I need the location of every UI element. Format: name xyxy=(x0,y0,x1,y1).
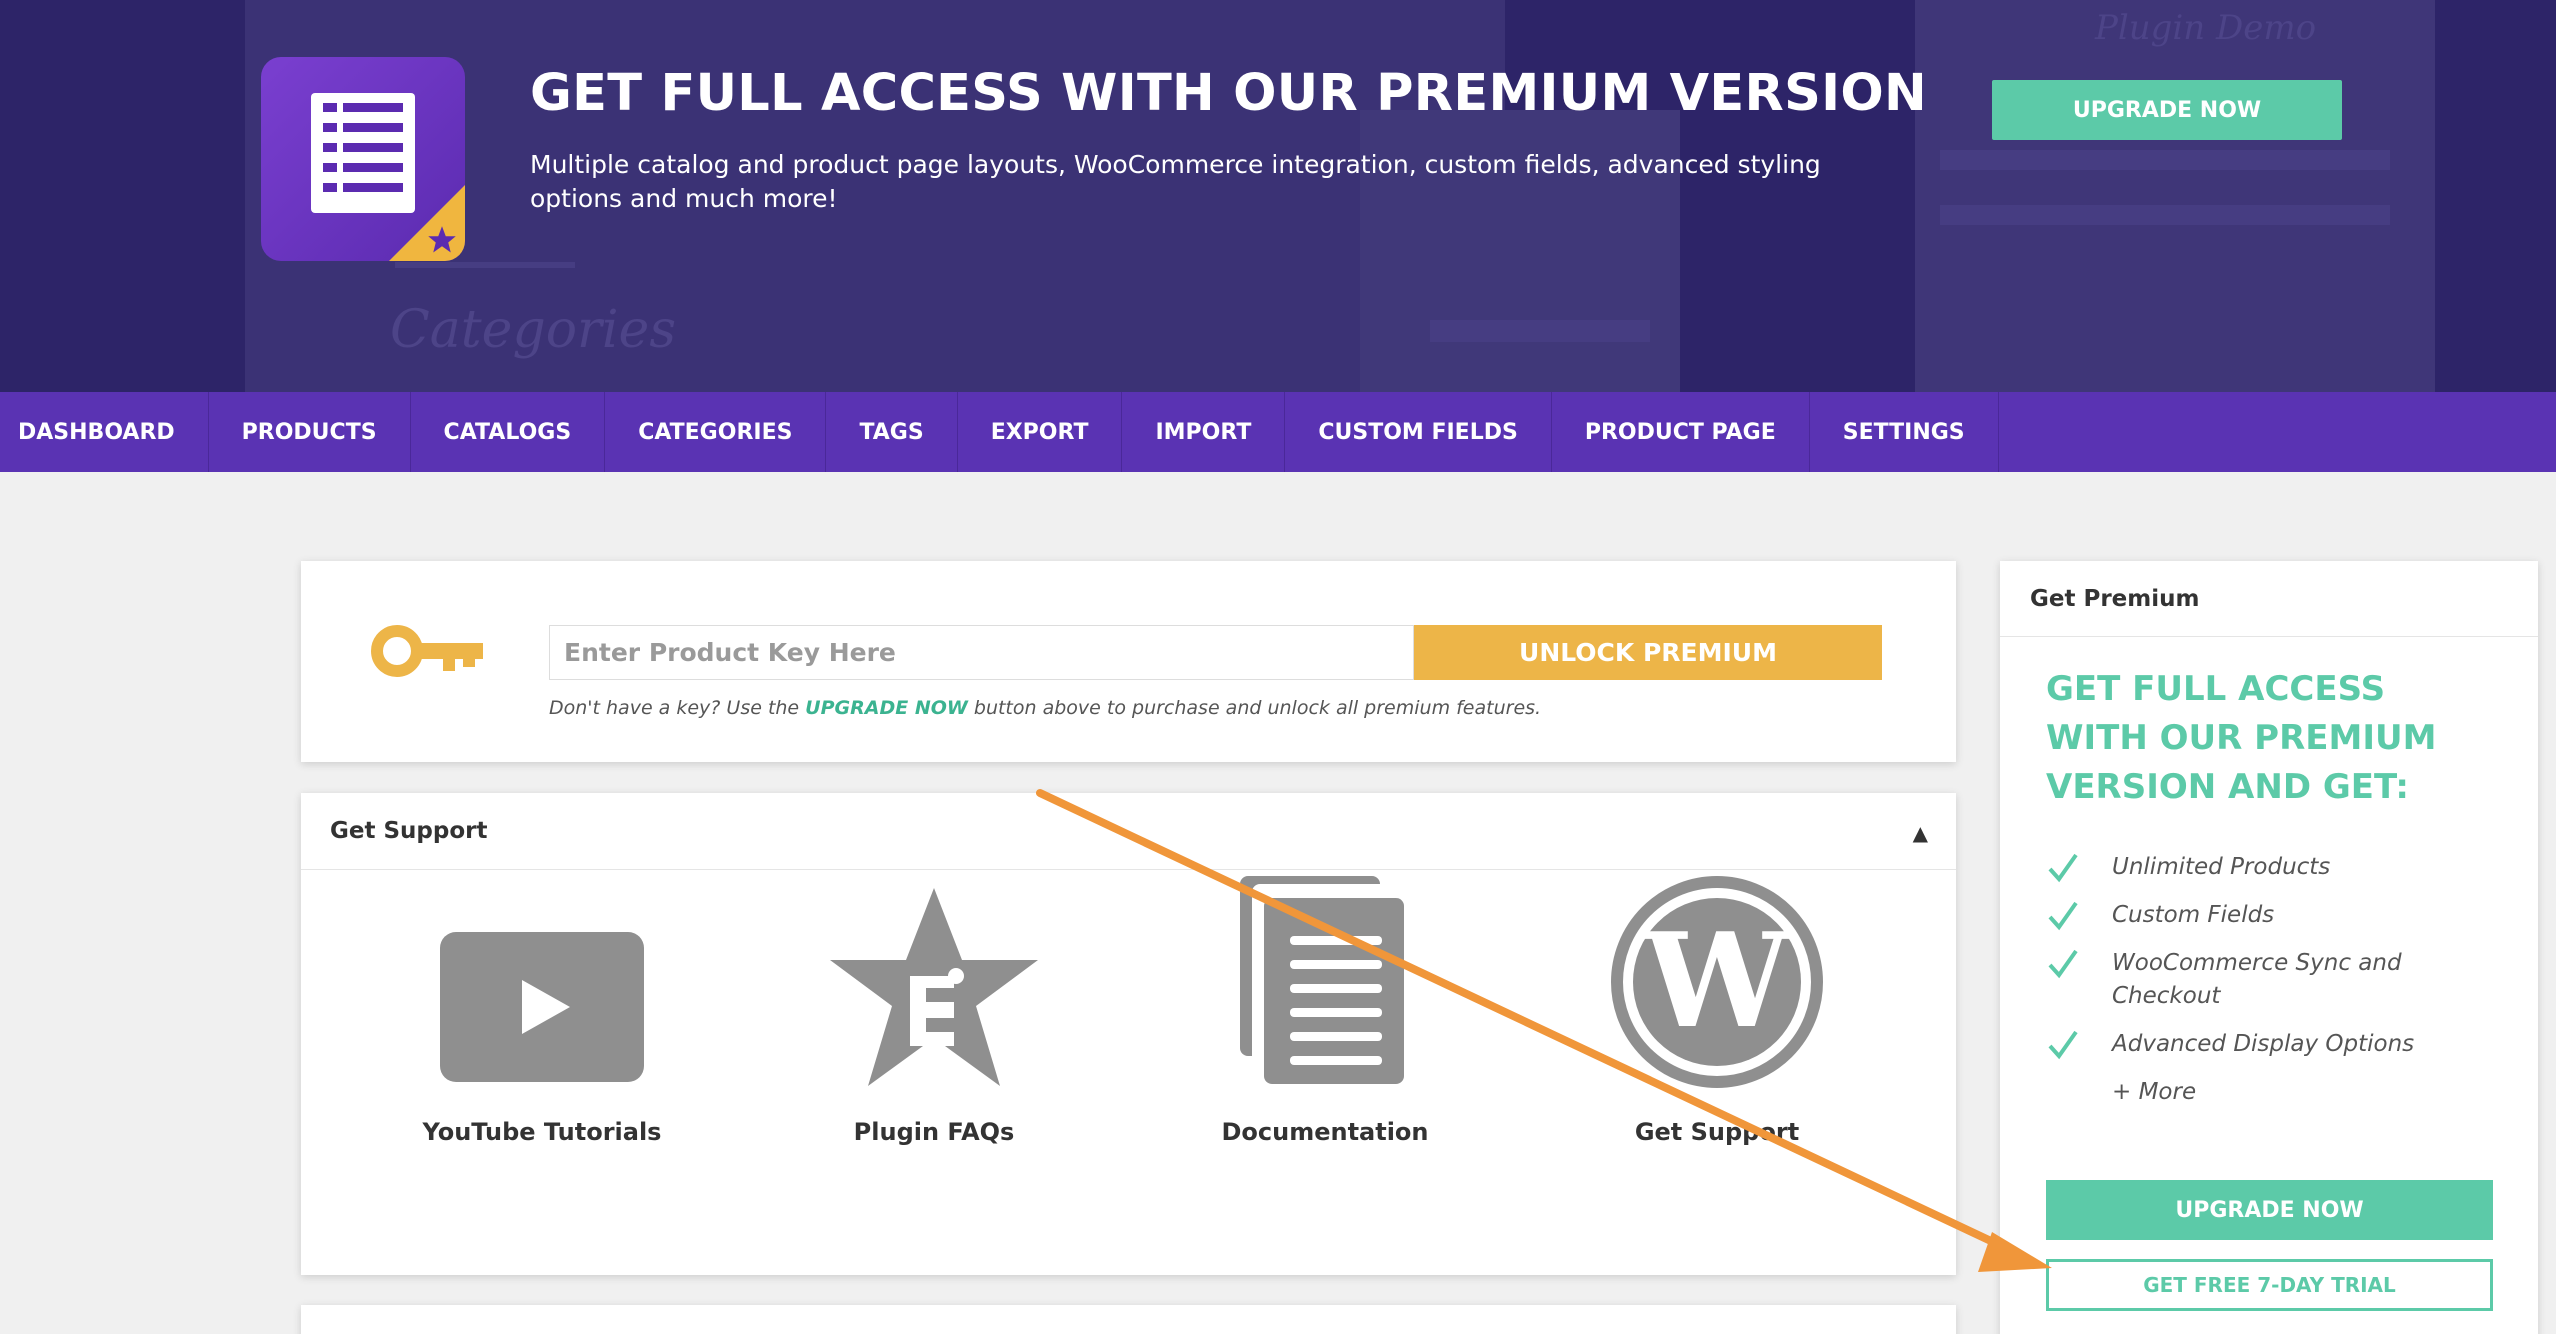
unlock-premium-button[interactable]: UNLOCK PREMIUM xyxy=(1414,625,1882,680)
check-icon xyxy=(2048,949,2078,979)
license-key-card: UNLOCK PREMIUM Don't have a key? Use the… xyxy=(301,561,1956,762)
support-card-header[interactable]: Get Support xyxy=(301,793,1956,870)
support-label-youtube: YouTube Tutorials xyxy=(422,1118,662,1146)
banner-subtitle: Multiple catalog and product page layout… xyxy=(530,150,1821,213)
key-icon xyxy=(371,625,483,677)
documentation-icon xyxy=(1240,876,1404,1084)
sidebar-upgrade-now-button[interactable]: UPGRADE NOW xyxy=(2046,1180,2493,1240)
faq-star-icon xyxy=(830,888,1038,1086)
nav-item-settings[interactable]: SETTINGS xyxy=(1810,392,1999,472)
support-label-faqs: Plugin FAQs xyxy=(853,1118,1015,1146)
feature-item: Custom Fields xyxy=(2046,899,2506,932)
feature-item: Advanced Display Options xyxy=(2046,1028,2506,1061)
get-premium-card: Get Premium GET FULL ACCESS WITH OUR PRE… xyxy=(2000,561,2538,1334)
nav-item-categories[interactable]: CATEGORIES xyxy=(605,392,827,472)
nav-item-import[interactable]: IMPORT xyxy=(1122,392,1286,472)
feature-label: Unlimited Products xyxy=(2112,854,2331,880)
feature-more: + More xyxy=(2046,1076,2506,1109)
upgrade-now-button[interactable]: UPGRADE NOW xyxy=(1992,80,2342,140)
get-support-card: Get Support ▲ YouTube Tutorials Plugin F… xyxy=(301,793,1956,1275)
support-label-documentation: Documentation xyxy=(1221,1118,1429,1146)
plugin-logo xyxy=(261,57,465,261)
license-note-before: Don't have a key? Use the xyxy=(549,697,806,719)
nav-item-product-page[interactable]: PRODUCT PAGE xyxy=(1552,392,1810,472)
check-icon xyxy=(2048,901,2078,931)
feature-label: WooCommerce Sync and Checkout xyxy=(2112,950,2402,1009)
nav-item-catalogs[interactable]: CATALOGS xyxy=(411,392,606,472)
premium-banner: Categories Plugin Demo GET FULL ACCESS W… xyxy=(0,0,2556,392)
license-note-highlight: UPGRADE NOW xyxy=(805,697,968,719)
feature-label: Advanced Display Options xyxy=(2112,1031,2415,1057)
banner-title: GET FULL ACCESS WITH OUR PREMIUM VERSION xyxy=(530,64,1928,123)
nav-item-custom-fields[interactable]: CUSTOM FIELDS xyxy=(1285,392,1552,472)
free-trial-button[interactable]: GET FREE 7-DAY TRIAL xyxy=(2046,1259,2493,1311)
feature-label: Custom Fields xyxy=(2112,902,2275,928)
next-card-partial xyxy=(301,1305,1956,1334)
support-label-get-support: Get Support xyxy=(1634,1118,1800,1146)
wordpress-icon: W xyxy=(1611,876,1823,1088)
feature-item: Unlimited Products xyxy=(2046,851,2506,884)
nav-item-dashboard[interactable]: DASHBOARD xyxy=(0,392,209,472)
product-key-input[interactable] xyxy=(549,625,1414,680)
premium-feature-list: Unlimited Products Custom Fields WooComm… xyxy=(2046,851,2506,1124)
star-icon xyxy=(428,226,456,253)
support-link-faqs[interactable]: Plugin FAQs xyxy=(769,888,1099,1146)
license-note-after: button above to purchase and unlock all … xyxy=(967,697,1542,719)
premium-title: GET FULL ACCESS WITH OUR PREMIUM VERSION… xyxy=(2046,669,2437,807)
nav-item-export[interactable]: EXPORT xyxy=(958,392,1123,472)
check-icon xyxy=(2048,1030,2078,1060)
youtube-icon xyxy=(440,932,644,1082)
support-link-get-support[interactable]: W Get Support xyxy=(1552,876,1882,1146)
main-nav: DASHBOARD PRODUCTS CATALOGS CATEGORIES T… xyxy=(0,392,2556,472)
nav-item-products[interactable]: PRODUCTS xyxy=(209,392,411,472)
support-link-documentation[interactable]: Documentation xyxy=(1160,876,1490,1146)
support-link-youtube[interactable]: YouTube Tutorials xyxy=(377,928,707,1146)
feature-more-label: + More xyxy=(2112,1079,2197,1105)
support-card-title: Get Support xyxy=(330,818,488,844)
premium-card-header: Get Premium xyxy=(2000,561,2538,637)
collapse-arrow-icon[interactable]: ▲ xyxy=(1913,821,1928,845)
feature-item: WooCommerce Sync and Checkout xyxy=(2046,947,2506,1013)
nav-item-tags[interactable]: TAGS xyxy=(826,392,958,472)
svg-text:W: W xyxy=(1642,904,1792,1057)
license-note: Don't have a key? Use the UPGRADE NOW bu… xyxy=(549,697,1541,719)
check-icon xyxy=(2048,853,2078,883)
